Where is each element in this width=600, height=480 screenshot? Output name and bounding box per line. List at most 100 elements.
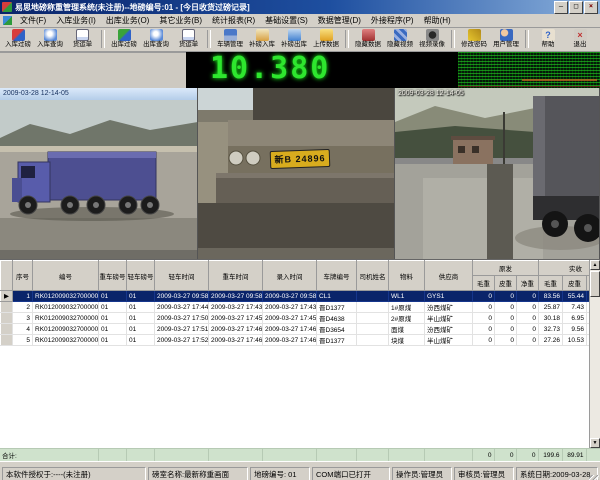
totals-empty-cell (316, 449, 356, 461)
menu-item-7[interactable]: 外接程序(P) (366, 15, 419, 26)
toolbar-button-upload[interactable]: 上传数据 (310, 29, 342, 49)
scroll-down-arrow-icon[interactable]: ▼ (590, 438, 600, 448)
totals-empty-cell (98, 449, 126, 461)
totals-empty-cell (424, 449, 472, 461)
cell: 块煤 (389, 335, 425, 346)
table-row[interactable]: ▶1RK012009032700000101012009-03-27 09:58… (1, 291, 600, 302)
toolbar-button-weigh-in[interactable]: 入库过磅 (2, 29, 34, 49)
camera-1-image (0, 100, 198, 259)
toolbar-button-label: 补磅入库 (249, 41, 275, 48)
toolbar-button-weigh-out[interactable]: 出库过磅 (108, 29, 140, 49)
camera-3-timestamp: 2009-03-28 12-14-05 (398, 90, 464, 97)
menu-item-0[interactable]: 文件(F) (15, 15, 51, 26)
totals-sum-cell: 0 (472, 449, 494, 461)
toolbar-button-exit[interactable]: 退出 (564, 29, 596, 49)
toolbar-button-video-record[interactable]: 视频录像 (416, 29, 448, 49)
camera-2-truck-front-view[interactable]: 新B 24896 (198, 88, 395, 259)
scroll-thumb[interactable] (590, 271, 600, 297)
totals-empty-cell (262, 449, 316, 461)
sub-column-header[interactable]: 净重 (517, 276, 539, 291)
hide-video-icon (394, 29, 407, 41)
toolbar-separator (207, 30, 211, 48)
toolbar-button-vehicle[interactable]: 车辆管理 (214, 29, 246, 49)
minimize-button[interactable]: – (554, 1, 568, 14)
exit-icon (574, 29, 587, 41)
cell: 01 (127, 324, 155, 335)
close-button[interactable]: × (584, 1, 598, 14)
cell: 0 (473, 313, 495, 324)
cell: 晋D3654 (317, 324, 357, 335)
row-selector-cell[interactable] (1, 324, 13, 335)
toolbar-separator (525, 30, 529, 48)
cell: 3 (13, 313, 33, 324)
help-icon (542, 29, 555, 41)
sub-column-header[interactable]: 皮重 (495, 276, 517, 291)
menu-item-2[interactable]: 出库业务(O) (101, 15, 155, 26)
table-row[interactable]: 5RK012009032700000501012009-03-27 17:52:… (1, 335, 600, 346)
toolbar-button-password[interactable]: 修改密码 (458, 29, 490, 49)
toolbar-button-help[interactable]: 帮助 (532, 29, 564, 49)
cell: 2009-03-27 09:58:00 (155, 291, 209, 302)
menu-item-1[interactable]: 入库业务(I) (51, 15, 101, 26)
sub-column-header[interactable]: 毛重 (539, 276, 563, 291)
sub-column-header[interactable]: 毛重 (473, 276, 495, 291)
camera-3-yard-view[interactable]: 2009-03-28 12-14-05 (395, 88, 600, 259)
row-selector-cell[interactable] (1, 313, 13, 324)
cell: 晋D1377 (317, 335, 357, 346)
sub-column-header[interactable]: 皮重 (563, 276, 587, 291)
window-title: 易思地磅称重管理系统(未注册)--地磅编号:01 - [今日收货过磅记录] (15, 2, 554, 13)
status-panel-3: COM端口已打开 (312, 467, 390, 480)
toolbar-button-search-in[interactable]: 入库查询 (34, 29, 66, 49)
maximize-button[interactable]: □ (569, 1, 583, 14)
toolbar-button-user-manage[interactable]: 用户管理 (490, 29, 522, 49)
column-header[interactable]: 录入时间 (263, 261, 317, 291)
cell: 32.73 (539, 324, 563, 335)
column-header[interactable]: 序号 (13, 261, 33, 291)
row-selector-cell[interactable] (1, 302, 13, 313)
table-row[interactable]: 3RK012009032700000301012009-03-27 17:50:… (1, 313, 600, 324)
toolbar-button-supplement-out[interactable]: 补磅出库 (278, 29, 310, 49)
vertical-scrollbar[interactable]: ▲ ▼ (589, 260, 600, 448)
cell: 01 (127, 335, 155, 346)
column-header[interactable]: 供应商 (425, 261, 473, 291)
resize-grip[interactable] (589, 475, 599, 480)
menu-item-5[interactable]: 基础设置(S) (260, 15, 313, 26)
scroll-track[interactable] (590, 297, 600, 438)
totals-empty-cell (356, 449, 388, 461)
cell: RK0120090327000002 (33, 302, 99, 313)
toolbar-button-hide-video[interactable]: 隐藏视频 (384, 29, 416, 49)
toolbar-button-search-out[interactable]: 出库查询 (140, 29, 172, 49)
menu-item-3[interactable]: 其它业务(B) (154, 15, 207, 26)
totals-label: 合计: (0, 449, 98, 461)
column-header[interactable]: 重车时间 (209, 261, 263, 291)
row-selector-cell[interactable]: ▶ (1, 291, 13, 302)
table-row[interactable]: 4RK012009032700000401012009-03-27 17:51:… (1, 324, 600, 335)
column-header[interactable]: 司机姓名 (357, 261, 389, 291)
status-panel-2: 地磅编号: 01 (250, 467, 310, 480)
column-header[interactable]: 物料 (389, 261, 425, 291)
column-header[interactable]: 轻车时间 (155, 261, 209, 291)
camera-1-truck-side-view[interactable]: 2009-03-28 12-14-05 (0, 88, 198, 259)
table-row[interactable]: 2RK012009032700000201012009-03-27 17:44:… (1, 302, 600, 313)
column-header[interactable]: 车牌编号 (317, 261, 357, 291)
toolbar-button-waybill[interactable]: 货运单 (66, 29, 98, 49)
column-header[interactable]: 重车磅号 (99, 261, 127, 291)
camera-2-image (198, 88, 395, 259)
cell (357, 335, 389, 346)
totals-empty-cell (388, 449, 424, 461)
cell: 晋D4638 (317, 313, 357, 324)
toolbar-button-supplement-in[interactable]: 补磅入库 (246, 29, 278, 49)
menu-item-6[interactable]: 数据管理(D) (313, 15, 366, 26)
weigh-in-icon (12, 29, 25, 41)
scroll-up-arrow-icon[interactable]: ▲ (590, 260, 600, 270)
menu-item-4[interactable]: 统计报表(R) (207, 15, 260, 26)
column-header[interactable] (1, 261, 13, 291)
menu-item-8[interactable]: 帮助(H) (419, 15, 456, 26)
toolbar-button-hide-data[interactable]: 隐藏数据 (352, 29, 384, 49)
waybill-icon (182, 29, 195, 41)
toolbar-button-label: 用户管理 (493, 41, 519, 48)
toolbar-button-waybill[interactable]: 货运单 (172, 29, 204, 49)
row-selector-cell[interactable] (1, 335, 13, 346)
column-header[interactable]: 轻车磅号 (127, 261, 155, 291)
column-header[interactable]: 编号 (33, 261, 99, 291)
